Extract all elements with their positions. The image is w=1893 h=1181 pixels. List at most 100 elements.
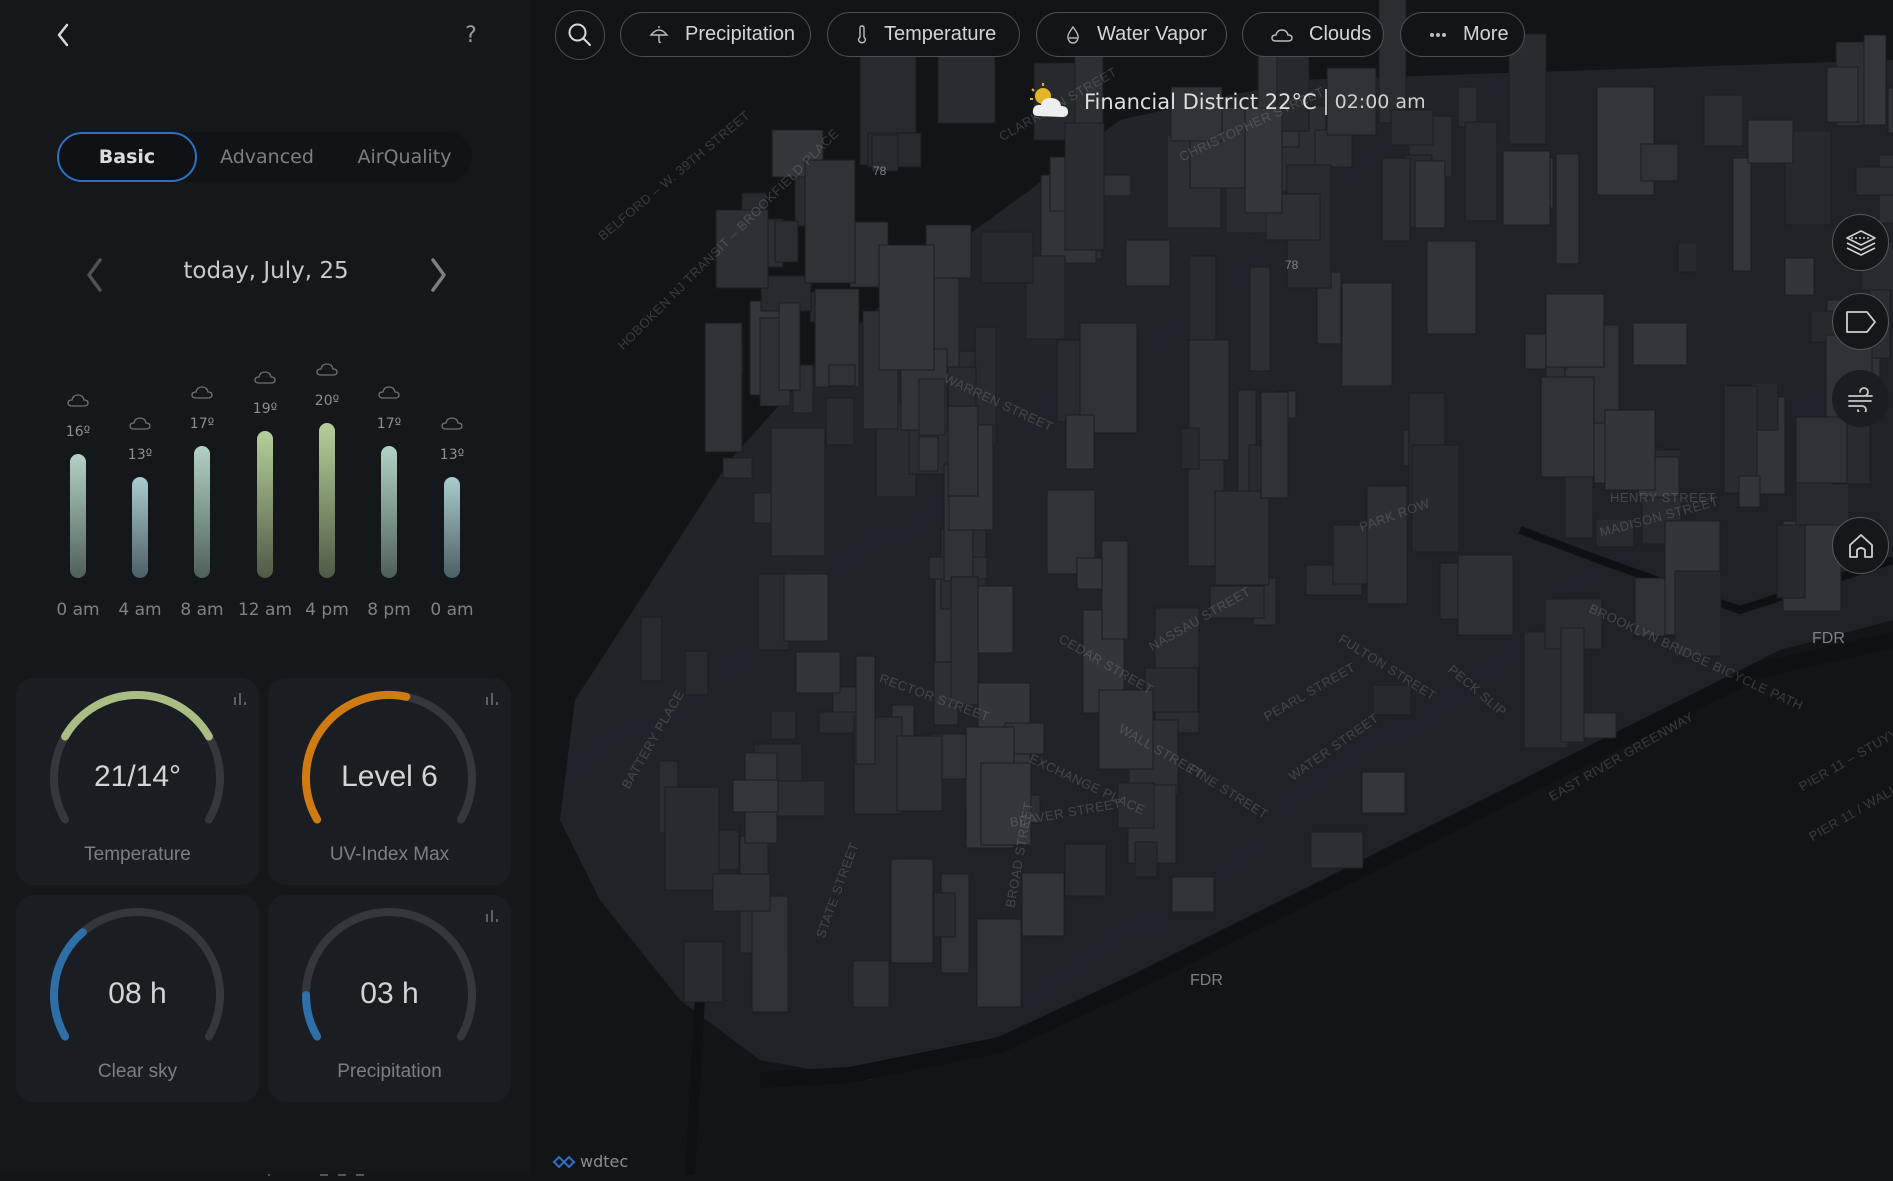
map-building — [684, 650, 709, 696]
metric-card-temperature[interactable]: 21/14° Temperature — [16, 678, 259, 885]
chip-precipitation[interactable]: Precipitation — [620, 12, 811, 57]
map-building — [828, 364, 856, 387]
metric-card-uv-index-max[interactable]: Level 6 UV-Index Max — [268, 678, 511, 885]
search-button[interactable] — [555, 10, 605, 60]
labels-button[interactable] — [1832, 293, 1889, 350]
chip-clouds[interactable]: Clouds — [1242, 12, 1384, 57]
gauge-value-arc — [301, 691, 411, 824]
map-building — [1703, 94, 1744, 147]
hour-column: 17º 8 am — [172, 340, 232, 640]
map-building — [1826, 66, 1859, 123]
map-building — [640, 616, 663, 682]
tab-airquality[interactable]: AirQuality — [337, 132, 472, 182]
chevron-right-icon — [431, 258, 446, 292]
map-building — [722, 457, 753, 479]
bar-chart-icon[interactable] — [485, 909, 499, 923]
tab-advanced[interactable]: Advanced — [197, 132, 337, 182]
map-building — [1640, 143, 1679, 182]
map-building — [1457, 86, 1478, 128]
map-building — [1125, 239, 1171, 287]
map-building — [775, 780, 826, 817]
map-road-label: 78 — [1285, 258, 1299, 272]
chip-temperature[interactable]: Temperature — [827, 12, 1020, 57]
temperature-bar — [194, 446, 210, 578]
hour-label: 12 am — [237, 600, 292, 620]
map-building — [778, 302, 801, 391]
map-building — [1341, 282, 1393, 387]
map-building — [770, 710, 797, 740]
map-building — [918, 436, 939, 472]
map-building — [704, 322, 743, 453]
map-building — [1134, 841, 1158, 878]
chip-water-vapor[interactable]: Water Vapor — [1036, 12, 1227, 57]
map-building — [1260, 391, 1289, 499]
chip-label: Clouds — [1309, 23, 1372, 45]
hour-column: 16º 0 am — [48, 340, 108, 640]
map-building — [855, 655, 876, 765]
wdtec-logo-icon — [552, 1155, 576, 1168]
map-road-label: FDR — [1812, 630, 1845, 647]
map-building — [1101, 540, 1129, 640]
hour-label: 0 am — [430, 600, 474, 620]
map-building — [1249, 266, 1271, 372]
temperature-value-label: 19º — [252, 400, 278, 417]
map-building — [1555, 153, 1580, 265]
hour-label: 8 pm — [367, 600, 411, 620]
date-label: today, July, 25 — [183, 258, 349, 284]
hour-column: 19º 12 am — [235, 340, 295, 640]
map-building — [1784, 257, 1815, 296]
metric-card-precipitation[interactable]: 03 h Precipitation — [268, 895, 511, 1102]
wind-button[interactable] — [1832, 370, 1889, 427]
chip-more[interactable]: More — [1400, 12, 1525, 57]
map-building — [1887, 87, 1893, 134]
map-road-label: 78 — [873, 164, 887, 178]
temperature-bar — [319, 423, 335, 578]
map-road-label: FDR — [1190, 972, 1223, 989]
prev-day-button[interactable] — [80, 255, 108, 295]
card-label: Clear sky — [97, 1061, 178, 1082]
home-button[interactable] — [1832, 517, 1889, 574]
card-value: 21/14° — [93, 760, 182, 793]
layers-button[interactable] — [1832, 214, 1889, 271]
temperature-value-label: 20º — [314, 393, 340, 409]
hour-column: 13º 4 am — [110, 340, 170, 640]
back-button[interactable] — [48, 20, 78, 50]
gauge-value-arc — [61, 691, 213, 741]
map-building — [1604, 409, 1656, 491]
map-building — [1464, 121, 1498, 222]
map-building — [1540, 376, 1595, 478]
bar-chart-icon[interactable] — [485, 692, 499, 706]
cloud-icon — [316, 363, 338, 376]
thermometer-icon — [856, 24, 868, 45]
map-building — [933, 892, 956, 938]
temperature-value-label: 13º — [127, 447, 153, 464]
map-building — [1021, 872, 1065, 937]
umbrella-icon — [649, 25, 669, 45]
map-building — [774, 220, 799, 263]
hour-label: 8 am — [180, 600, 224, 620]
chip-label: Precipitation — [685, 23, 796, 45]
map-building — [918, 378, 946, 436]
map-building — [1414, 160, 1446, 229]
bar-chart-icon[interactable] — [233, 692, 247, 706]
help-button[interactable]: ? — [458, 20, 484, 50]
tab-basic[interactable]: Basic — [57, 132, 197, 182]
cloud-icon — [67, 394, 89, 407]
chevron-left-icon — [87, 258, 102, 292]
map-building — [890, 858, 934, 964]
page-indicator — [268, 1162, 378, 1176]
card-label: Temperature — [84, 844, 191, 865]
next-day-button[interactable] — [425, 255, 453, 295]
map-building — [1632, 322, 1688, 366]
chevron-left-icon — [57, 23, 69, 47]
map-building — [1310, 831, 1364, 869]
map-building — [732, 779, 779, 813]
temperature-bar — [257, 430, 273, 578]
temperature-bar — [381, 446, 397, 578]
temperature-bar — [132, 477, 148, 578]
temperature-value-label: 17º — [189, 416, 215, 433]
brand-logo: wdtec — [552, 1152, 628, 1171]
map-building — [896, 735, 943, 812]
chip-label: More — [1463, 23, 1509, 45]
metric-card-clear-sky[interactable]: 08 h Clear sky — [16, 895, 259, 1102]
